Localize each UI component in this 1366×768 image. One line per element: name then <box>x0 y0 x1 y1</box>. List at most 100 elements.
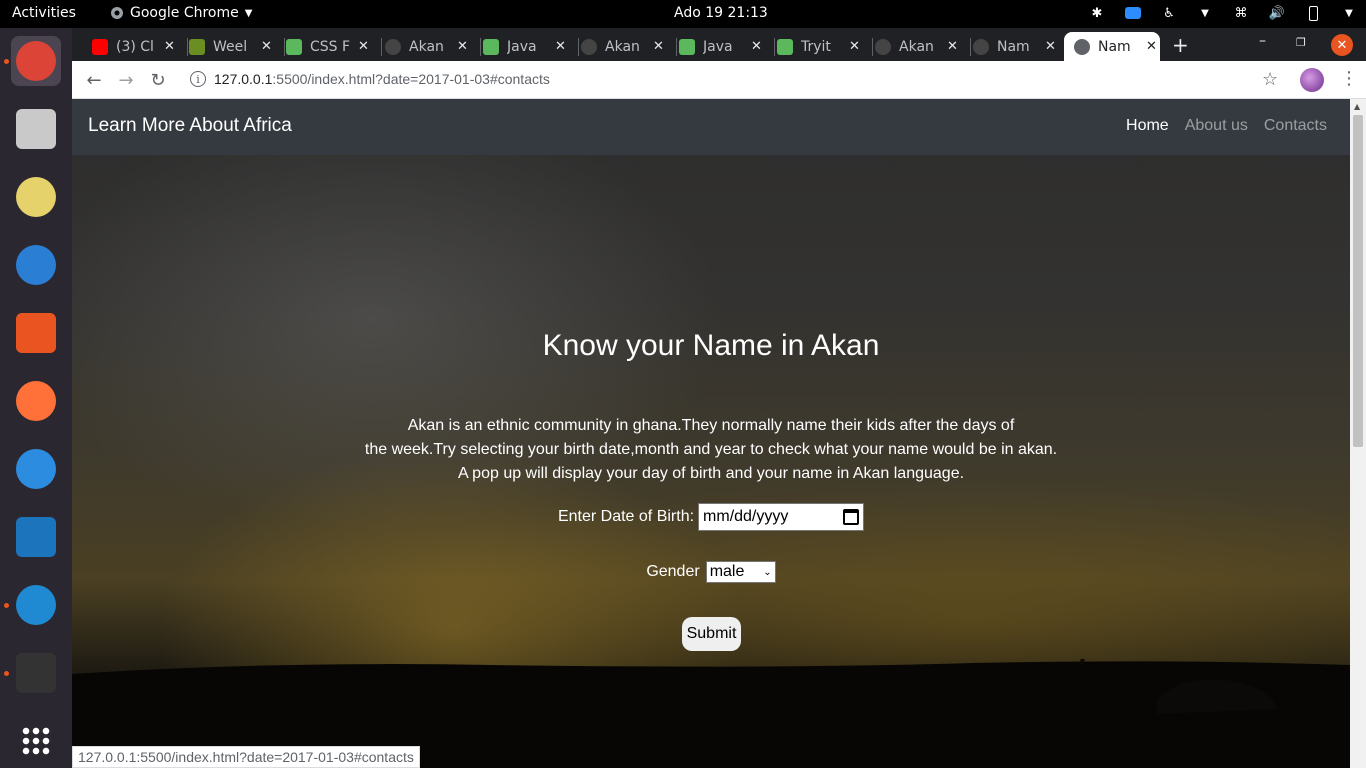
favicon-icon <box>777 38 793 55</box>
app-menu[interactable]: Google Chrome ▼ <box>110 5 252 21</box>
slack-icon[interactable]: ✱ <box>1088 4 1106 22</box>
activities-button[interactable]: Activities <box>12 5 76 21</box>
help-icon[interactable] <box>11 444 61 494</box>
tab-title: Akan <box>899 38 934 55</box>
running-indicator <box>4 671 9 676</box>
browser-tab[interactable]: Weel ✕ <box>189 32 279 61</box>
chevron-down-icon: ⌄ <box>763 566 772 578</box>
software-icon[interactable] <box>11 308 61 358</box>
browser-tab[interactable]: Akan ✕ <box>581 32 671 61</box>
submit-button[interactable]: Submit <box>682 617 741 651</box>
vscode-icon-glyph <box>16 585 56 625</box>
address-bar[interactable]: i 127.0.0.1:5500/index.html?date=2017-01… <box>180 65 1320 95</box>
nav-contacts[interactable]: Contacts <box>1264 117 1327 135</box>
chevron-down-icon[interactable]: ▼ <box>1340 4 1358 22</box>
app-grid-icon[interactable] <box>11 716 61 766</box>
site-brand[interactable]: Learn More About Africa <box>88 115 292 137</box>
profile-avatar[interactable] <box>1300 68 1324 92</box>
volume-icon[interactable]: 🔊 <box>1268 4 1286 22</box>
tab-close-icon[interactable]: ✕ <box>164 39 175 54</box>
tab-close-icon[interactable]: ✕ <box>653 39 664 54</box>
browser-tab[interactable]: Akan ✕ <box>875 32 965 61</box>
nav-home[interactable]: Home <box>1126 117 1169 135</box>
gender-select[interactable]: male ⌄ <box>705 561 776 583</box>
tab-close-icon[interactable]: ✕ <box>1146 39 1157 54</box>
tab-strip: + – ❐ ✕ (3) Cl ✕ Weel ✕ CSS F ✕ Akan ✕ Java ✕ Akan… <box>72 28 1366 61</box>
vscode-icon[interactable] <box>11 580 61 630</box>
reload-icon[interactable]: ↻ <box>146 68 170 92</box>
browser-tab[interactable]: Tryit ✕ <box>777 32 867 61</box>
tab-close-icon[interactable]: ✕ <box>555 39 566 54</box>
new-tab-button[interactable]: + <box>1172 33 1189 57</box>
tab-close-icon[interactable]: ✕ <box>1045 39 1056 54</box>
favicon-icon <box>581 38 597 55</box>
tab-close-icon[interactable]: ✕ <box>358 39 369 54</box>
maximize-button[interactable]: ❐ <box>1296 36 1306 49</box>
system-tray[interactable]: ✱ ♿ ▼ ⌘ 🔊 ▼ <box>1088 4 1358 22</box>
thunderbird-icon[interactable] <box>11 240 61 290</box>
chevron-down-icon[interactable]: ▼ <box>1196 4 1214 22</box>
tab-close-icon[interactable]: ✕ <box>261 39 272 54</box>
favicon-icon <box>189 38 205 55</box>
dob-input[interactable]: mm/dd/yyyy <box>698 503 865 531</box>
browser-tab[interactable]: Nam ✕ <box>1064 32 1160 61</box>
tab-close-icon[interactable]: ✕ <box>849 39 860 54</box>
tab-separator <box>480 38 481 56</box>
dob-label: Enter Date of Birth: <box>557 508 695 525</box>
tab-separator <box>187 38 188 56</box>
terminal-icon[interactable] <box>11 648 61 698</box>
browser-tab[interactable]: Java ✕ <box>679 32 769 61</box>
tab-separator <box>872 38 873 56</box>
browser-tab[interactable]: Akan ✕ <box>385 32 475 61</box>
forward-icon[interactable]: → <box>114 68 138 92</box>
bookmark-star-icon[interactable]: ☆ <box>1262 69 1278 90</box>
tab-separator <box>381 38 382 56</box>
page-scrollbar[interactable]: ▲ <box>1350 99 1366 768</box>
page-title: Know your Name in Akan <box>542 329 880 362</box>
network-icon[interactable]: ⌘ <box>1232 4 1250 22</box>
calendar-icon[interactable] <box>843 509 860 525</box>
back-icon[interactable]: ← <box>82 68 106 92</box>
minimize-button[interactable]: – <box>1259 33 1266 49</box>
scroll-up-icon[interactable]: ▲ <box>1354 102 1360 111</box>
tab-close-icon[interactable]: ✕ <box>457 39 468 54</box>
browser-tab[interactable]: Nam ✕ <box>973 32 1063 61</box>
browser-tab[interactable]: Java ✕ <box>483 32 573 61</box>
clock[interactable]: Ado 19 21:13 <box>674 5 768 21</box>
menu-kebab-icon[interactable]: ⋮ <box>1340 68 1358 89</box>
tab-title: Weel <box>213 38 248 55</box>
page-viewport: Learn More About Africa Home About us Co… <box>72 99 1350 768</box>
files-icon[interactable] <box>11 104 61 154</box>
dock <box>0 28 72 768</box>
description-line: the week.Try selecting your birth date,m… <box>364 441 1058 458</box>
tab-title: CSS F <box>310 38 351 55</box>
favicon-icon <box>973 38 989 55</box>
scrollbar-thumb[interactable] <box>1353 115 1363 447</box>
close-window-button[interactable]: ✕ <box>1331 34 1353 56</box>
tab-separator <box>676 38 677 56</box>
zoom-icon[interactable] <box>1124 4 1142 22</box>
browser-tab[interactable]: CSS F ✕ <box>286 32 376 61</box>
url-text[interactable]: 127.0.0.1:5500/index.html?date=2017-01-0… <box>214 71 550 87</box>
tab-title: Java <box>703 38 733 55</box>
help-icon-glyph <box>16 449 56 489</box>
tab-close-icon[interactable]: ✕ <box>751 39 762 54</box>
chrome-icon[interactable] <box>11 36 61 86</box>
writer-icon[interactable] <box>11 512 61 562</box>
rhythmbox-icon[interactable] <box>11 172 61 222</box>
tab-close-icon[interactable]: ✕ <box>947 39 958 54</box>
browser-tab[interactable]: (3) Cl ✕ <box>92 32 182 61</box>
status-url: 127.0.0.1:5500/index.html?date=2017-01-0… <box>72 746 420 768</box>
favicon-icon <box>1074 38 1090 55</box>
info-icon[interactable]: i <box>190 71 206 87</box>
favicon-icon <box>286 38 302 55</box>
tab-separator <box>284 38 285 56</box>
accessibility-icon[interactable]: ♿ <box>1160 4 1178 22</box>
favicon-icon <box>385 38 401 55</box>
dob-placeholder: mm/dd/yyyy <box>703 508 789 525</box>
nav-about-us[interactable]: About us <box>1185 117 1248 135</box>
rhythmbox-icon-glyph <box>16 177 56 217</box>
battery-icon[interactable] <box>1304 4 1322 22</box>
firefox-icon[interactable] <box>11 376 61 426</box>
url-path: :5500/index.html?date=2017-01-03#contact… <box>272 71 550 87</box>
